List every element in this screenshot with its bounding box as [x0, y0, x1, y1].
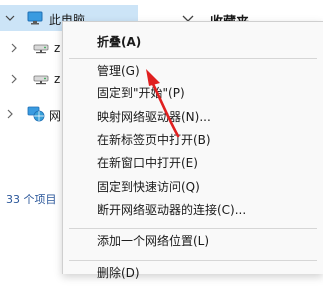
- menu-item-delete[interactable]: 删除(D): [63, 260, 323, 286]
- nav-item-label: z: [54, 72, 61, 86]
- menu-item-disconnect-network-drive[interactable]: 断开网络驱动器的连接(C)...: [63, 197, 323, 223]
- chevron-right-icon[interactable]: [5, 109, 15, 119]
- network-drive-icon: [33, 73, 49, 88]
- computer-icon: [27, 11, 43, 28]
- menu-item-open-in-new-window[interactable]: 在新窗口中打开(E): [63, 150, 323, 176]
- item-count-status: 33 个项目: [6, 193, 57, 206]
- menu-item-pin-to-start[interactable]: 固定到"开始"(P): [63, 80, 323, 106]
- nav-item-label: z: [54, 41, 61, 55]
- network-drive-icon: [33, 42, 49, 57]
- menu-item-collapse[interactable]: 折叠(A): [63, 29, 323, 55]
- chevron-right-icon[interactable]: [9, 74, 19, 84]
- chevron-down-icon[interactable]: [5, 13, 15, 23]
- menu-item-add-network-location[interactable]: 添加一个网络位置(L): [63, 228, 323, 254]
- chevron-right-icon[interactable]: [9, 43, 19, 53]
- nav-item-label: 网: [49, 109, 62, 123]
- network-icon: [27, 106, 45, 125]
- context-menu: 折叠(A) 管理(G) 固定到"开始"(P) 映射网络驱动器(N)... 在新标…: [62, 21, 323, 280]
